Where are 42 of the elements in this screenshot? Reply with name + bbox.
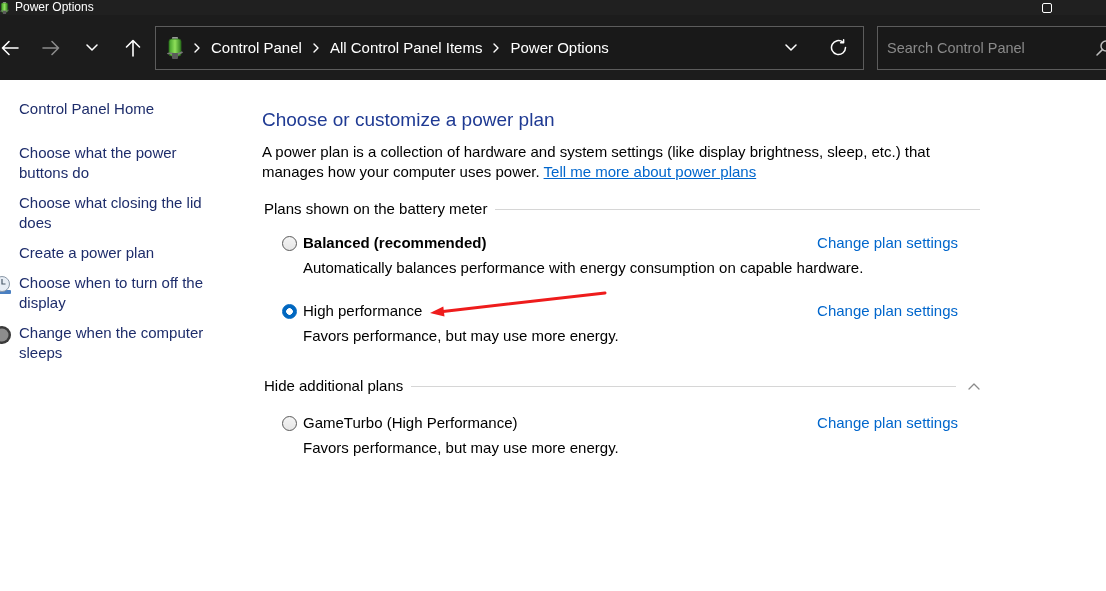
plan-name[interactable]: High performance — [303, 302, 423, 319]
sidebar-link[interactable]: Choose what the power buttons do — [19, 143, 219, 183]
page-heading: Choose or customize a power plan — [262, 108, 556, 132]
group-heading: Plans shown on the battery meter — [264, 199, 488, 219]
refresh-icon — [829, 39, 847, 56]
plan-description: Favors performance, but may use more energy. — [303, 438, 620, 458]
home-link[interactable]: Control Panel Home — [19, 99, 219, 119]
forward-arrow-icon — [42, 39, 60, 56]
breadcrumb[interactable]: Power Options — [510, 39, 609, 56]
maximize-icon[interactable] — [1042, 2, 1052, 13]
breadcrumb[interactable]: All Control Panel Items — [329, 39, 483, 56]
chevron-right-icon[interactable] — [194, 42, 200, 53]
change-plan-settings-link[interactable]: Change plan settings — [817, 233, 958, 253]
plan-description: Favors performance, but may use more energy. — [303, 326, 620, 346]
group-heading[interactable]: Hide additional plans — [264, 376, 404, 396]
chevron-up-icon[interactable] — [968, 382, 980, 390]
window-title: Power Options — [15, 0, 94, 15]
search-field[interactable]: Search Control Panel — [877, 25, 1106, 70]
plan-description: Automatically balances performance with energy consumption on capable hardware. — [303, 258, 865, 278]
chevron-down-icon — [785, 44, 797, 51]
plan-name[interactable]: GameTurbo (High Performance) — [303, 414, 518, 431]
chevron-down-icon — [86, 44, 98, 51]
change-plan-settings-link[interactable]: Change plan settings — [817, 301, 958, 321]
learn-more-link[interactable]: Tell me more about power plans — [543, 163, 757, 180]
back-arrow-icon — [1, 39, 19, 56]
description-text: A power plan is a collection of hardware and system settings (like display brightness, sleep, etc.) that manages how your computer uses power. Tell me more about power plans — [262, 142, 931, 182]
chevron-right-icon[interactable] — [312, 42, 319, 53]
chevron-right-icon[interactable] — [493, 42, 500, 53]
address-bar[interactable]: Control Panel All Control Panel Items Power Options — [155, 25, 864, 70]
battery-icon — [167, 36, 183, 59]
battery-icon — [0, 1, 9, 14]
change-plan-settings-link[interactable]: Change plan settings — [817, 413, 958, 433]
plan-name[interactable]: Balanced (recommended) — [303, 234, 487, 251]
radio-button[interactable] — [282, 303, 297, 319]
breadcrumb[interactable]: Control Panel — [211, 39, 302, 56]
sidebar-link[interactable]: Change when the computer sleeps — [19, 323, 219, 363]
up-arrow-icon — [125, 38, 141, 57]
sidebar-link[interactable]: Choose what closing the lid does — [19, 193, 219, 233]
sidebar-link[interactable]: Choose when to turn off the display — [19, 273, 219, 313]
radio-button[interactable] — [282, 235, 297, 251]
sidebar-link[interactable]: Create a power plan — [19, 243, 219, 263]
radio-button[interactable] — [282, 415, 297, 431]
